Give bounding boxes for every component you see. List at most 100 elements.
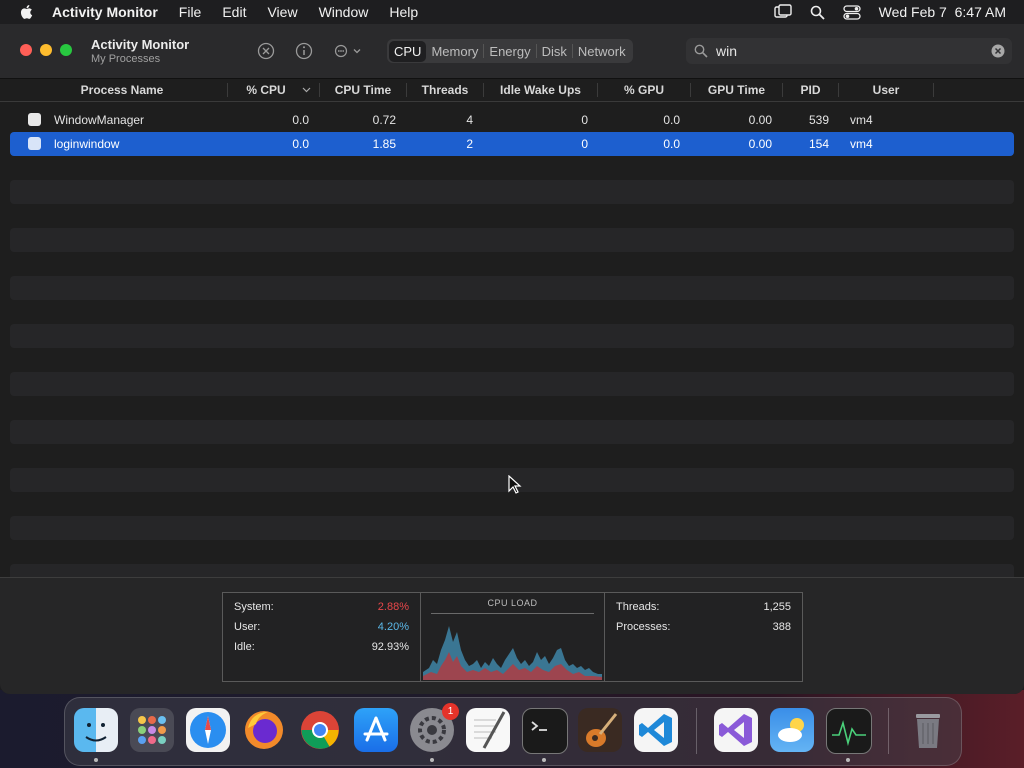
- cell-process-name: loginwindow: [54, 137, 120, 151]
- user-value: 4.20%: [377, 621, 409, 633]
- column-divider: [227, 83, 228, 97]
- minimize-window-button[interactable]: [40, 44, 52, 56]
- menu-bar: Activity Monitor File Edit View Window H…: [0, 0, 1024, 24]
- cell-pid: 154: [808, 137, 829, 151]
- launchpad-icon[interactable]: [130, 708, 174, 752]
- menubar-clock[interactable]: Wed Feb 7 6:47 AM: [879, 4, 1006, 20]
- inspect-process-icon[interactable]: [295, 42, 313, 60]
- clear-search-icon[interactable]: [991, 44, 1005, 58]
- empty-row: [10, 276, 1014, 300]
- empty-row: [10, 492, 1014, 516]
- sort-descending-icon[interactable]: [302, 87, 311, 93]
- empty-row: [10, 156, 1014, 180]
- column-header-gpu[interactable]: % GPU: [598, 79, 690, 101]
- apple-menu-icon[interactable]: [18, 3, 36, 21]
- weather-icon[interactable]: [770, 708, 814, 752]
- screen-mirroring-icon[interactable]: [773, 4, 792, 20]
- visual-studio-icon[interactable]: [714, 708, 758, 752]
- search-field[interactable]: [686, 38, 1012, 64]
- dock-divider: [696, 708, 697, 754]
- vscode-icon[interactable]: [634, 708, 678, 752]
- table-row[interactable]: WindowManager 0.0 0.72 4 0 0.0 0.00 539 …: [10, 108, 1014, 132]
- mouse-cursor-icon: [508, 475, 522, 494]
- finder-icon[interactable]: [74, 708, 118, 752]
- menu-window[interactable]: Window: [319, 4, 369, 20]
- empty-row: [10, 348, 1014, 372]
- column-header-pid[interactable]: PID: [783, 79, 838, 101]
- column-header-cpu-time[interactable]: CPU Time: [320, 79, 406, 101]
- firefox-icon[interactable]: [242, 708, 286, 752]
- cell-cpu: 0.0: [292, 137, 309, 151]
- menu-file[interactable]: File: [179, 4, 202, 20]
- cpu-load-graph: CPU LOAD: [420, 592, 605, 682]
- cell-idle-wake-ups: 0: [581, 113, 588, 127]
- search-icon: [694, 44, 708, 58]
- idle-value: 92.93%: [371, 641, 409, 653]
- activity-monitor-icon[interactable]: [826, 708, 872, 754]
- zoom-window-button[interactable]: [60, 44, 72, 56]
- chrome-icon[interactable]: [298, 708, 342, 752]
- tab-memory[interactable]: Memory: [426, 41, 483, 62]
- tab-energy[interactable]: Energy: [484, 41, 535, 62]
- safari-icon[interactable]: [186, 708, 230, 752]
- running-indicator: [94, 758, 98, 762]
- processes-label: Processes:: [616, 621, 671, 633]
- threads-label: Threads:: [616, 601, 660, 613]
- cell-idle-wake-ups: 0: [581, 137, 588, 151]
- notification-badge: 1: [442, 703, 459, 720]
- empty-row: [10, 204, 1014, 228]
- column-header-gpu-time[interactable]: GPU Time: [691, 79, 782, 101]
- textedit-icon[interactable]: [466, 708, 510, 752]
- search-input[interactable]: [714, 42, 978, 60]
- tab-cpu[interactable]: CPU: [389, 40, 427, 62]
- trash-icon[interactable]: [906, 708, 950, 752]
- system-label: System:: [234, 601, 274, 613]
- dock: 1: [64, 697, 962, 766]
- empty-row: [10, 252, 1014, 276]
- terminal-icon[interactable]: [522, 708, 568, 754]
- app-store-icon[interactable]: [354, 708, 398, 752]
- category-tabs: CPU Memory Energy Disk Network: [387, 39, 633, 63]
- menu-edit[interactable]: Edit: [222, 4, 246, 20]
- control-center-icon[interactable]: [842, 4, 861, 20]
- activity-monitor-window: Activity Monitor My Processes CPU Memory…: [0, 24, 1024, 694]
- menu-help[interactable]: Help: [389, 4, 418, 20]
- cell-threads: 2: [466, 137, 473, 151]
- empty-row: [10, 516, 1014, 540]
- running-indicator: [846, 758, 850, 762]
- empty-row: [10, 300, 1014, 324]
- tab-network[interactable]: Network: [573, 41, 631, 62]
- close-window-button[interactable]: [20, 44, 32, 56]
- tab-disk[interactable]: Disk: [537, 41, 572, 62]
- empty-row: [10, 228, 1014, 252]
- column-header-idle-wake-ups[interactable]: Idle Wake Ups: [484, 79, 597, 101]
- table-header: Process Name % CPU CPU Time Threads Idle…: [0, 79, 1024, 102]
- spotlight-search-icon[interactable]: [810, 5, 825, 20]
- column-header-user[interactable]: User: [839, 79, 933, 101]
- cell-cpu: 0.0: [292, 113, 309, 127]
- empty-row: [10, 372, 1014, 396]
- menu-app-name[interactable]: Activity Monitor: [52, 4, 158, 20]
- menu-view[interactable]: View: [267, 4, 297, 20]
- empty-row: [10, 540, 1014, 564]
- window-subtitle[interactable]: My Processes: [91, 53, 160, 65]
- running-indicator: [430, 758, 434, 762]
- stop-process-icon[interactable]: [257, 42, 275, 60]
- column-header-threads[interactable]: Threads: [407, 79, 483, 101]
- threads-processes-box: Threads: 1,255 Processes: 388: [604, 592, 803, 682]
- table-row[interactable]: loginwindow 0.0 1.85 2 0 0.0 0.00 154 vm…: [10, 132, 1014, 156]
- user-label: User:: [234, 621, 261, 633]
- cell-gpu-time: 0.00: [748, 137, 772, 151]
- process-icon: [28, 137, 41, 150]
- garageband-icon[interactable]: [578, 708, 622, 752]
- column-header-cpu[interactable]: % CPU: [232, 79, 300, 101]
- column-header-process-name[interactable]: Process Name: [20, 79, 224, 101]
- cpu-load-chart: [423, 626, 602, 680]
- cell-threads: 4: [466, 113, 473, 127]
- cell-user: vm4: [850, 113, 873, 127]
- process-icon: [28, 113, 41, 126]
- more-actions-icon[interactable]: [333, 42, 363, 60]
- threads-value: 1,255: [763, 601, 791, 613]
- processes-value: 388: [772, 621, 791, 633]
- empty-row: [10, 396, 1014, 420]
